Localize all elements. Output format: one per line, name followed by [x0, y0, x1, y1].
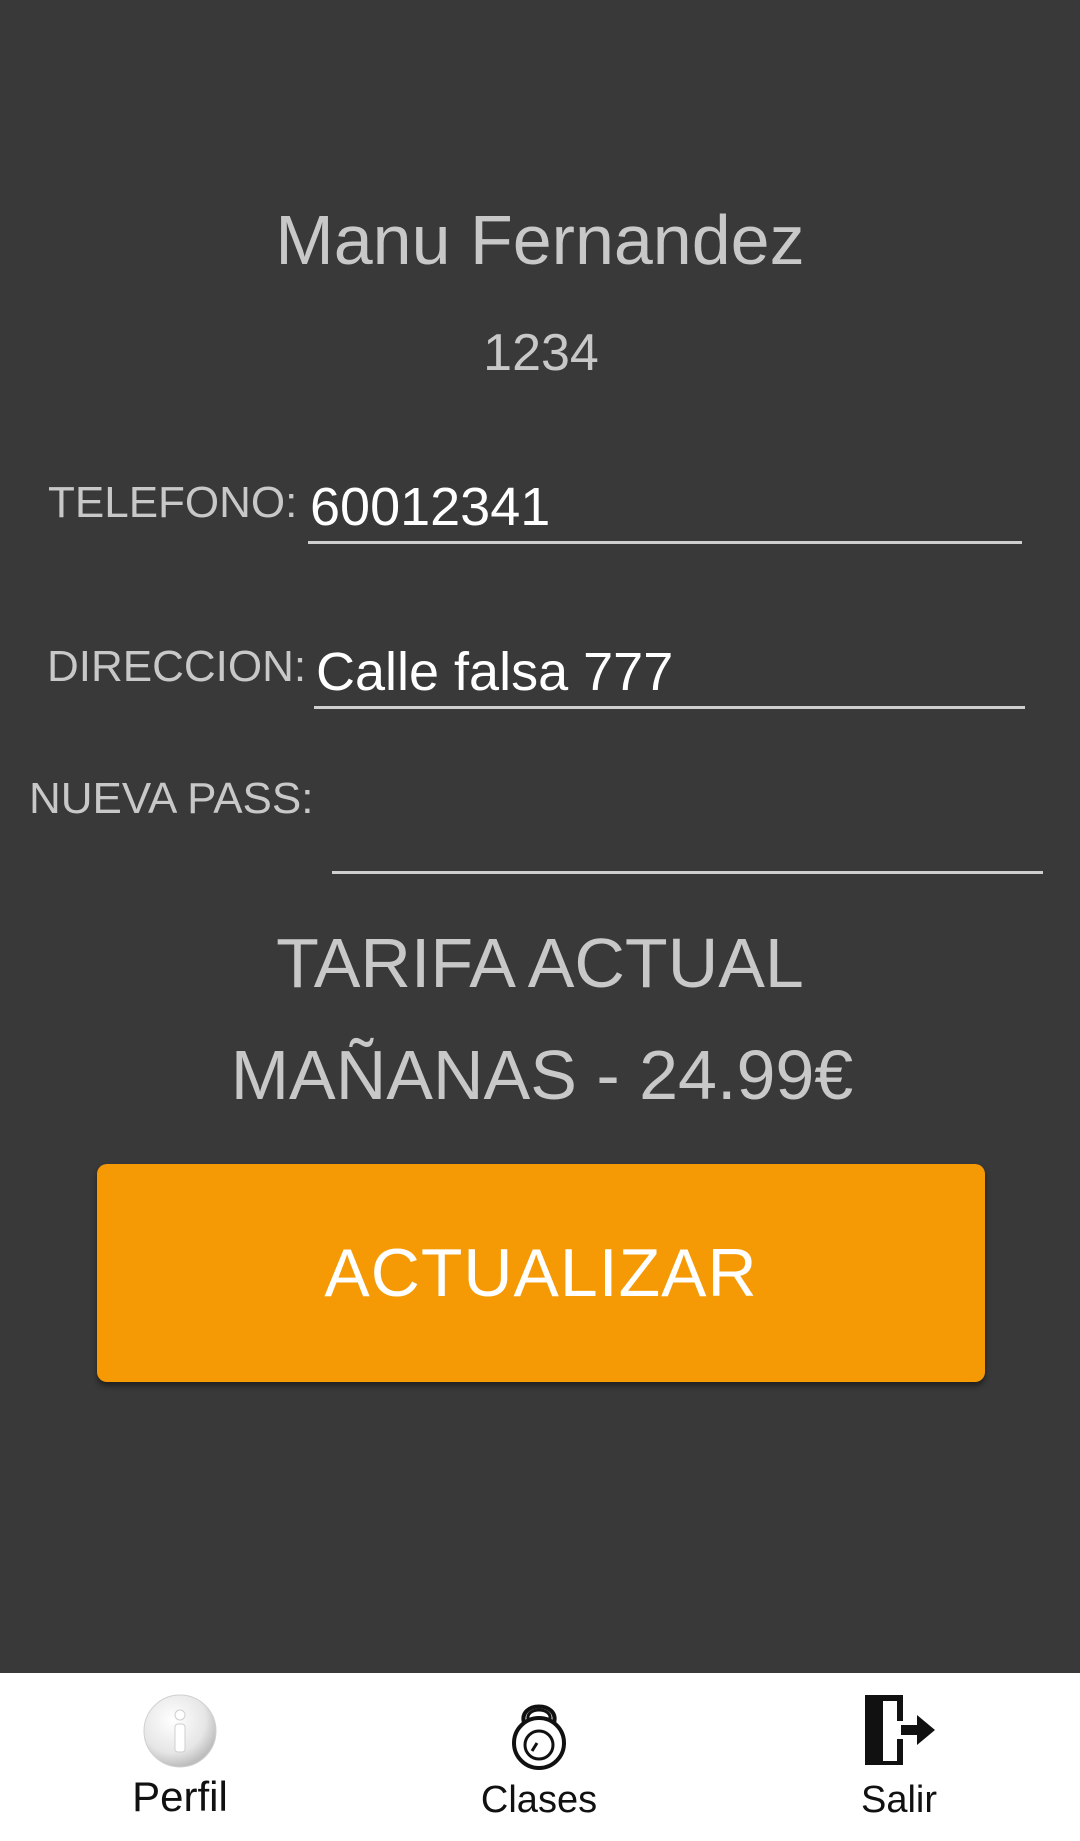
user-name: Manu Fernandez: [275, 201, 805, 279]
nav-label-salir: Salir: [860, 1779, 938, 1821]
telefono-field[interactable]: [308, 472, 1022, 544]
user-code: 1234: [483, 324, 599, 382]
telefono-label: TELEFONO:: [48, 478, 298, 527]
nav-label-perfil: Perfil: [132, 1773, 228, 1820]
nav-label-clases: Clases: [480, 1779, 598, 1821]
profile-screen: Manu Fernandez 1234 TELEFONO: DIRECCION:…: [0, 0, 1080, 1673]
bottom-navigation: Perfil Clases Salir: [0, 1673, 1080, 1841]
kettlebell-icon: [504, 1691, 574, 1776]
tariff-title: TARIFA ACTUAL: [276, 924, 804, 1002]
exit-door-icon: [861, 1691, 937, 1774]
direccion-field[interactable]: [314, 637, 1025, 709]
nav-item-clases[interactable]: Clases: [419, 1673, 659, 1841]
nav-item-salir[interactable]: Salir: [779, 1673, 1019, 1841]
nueva-pass-label: NUEVA PASS:: [29, 774, 314, 823]
update-button[interactable]: ACTUALIZAR: [97, 1164, 985, 1382]
tariff-value: MAÑANAS - 24.99€: [230, 1036, 854, 1114]
nav-item-perfil[interactable]: Perfil: [60, 1673, 300, 1841]
nueva-pass-field[interactable]: [332, 802, 1043, 874]
info-icon: [141, 1691, 219, 1774]
direccion-label: DIRECCION:: [47, 642, 307, 691]
